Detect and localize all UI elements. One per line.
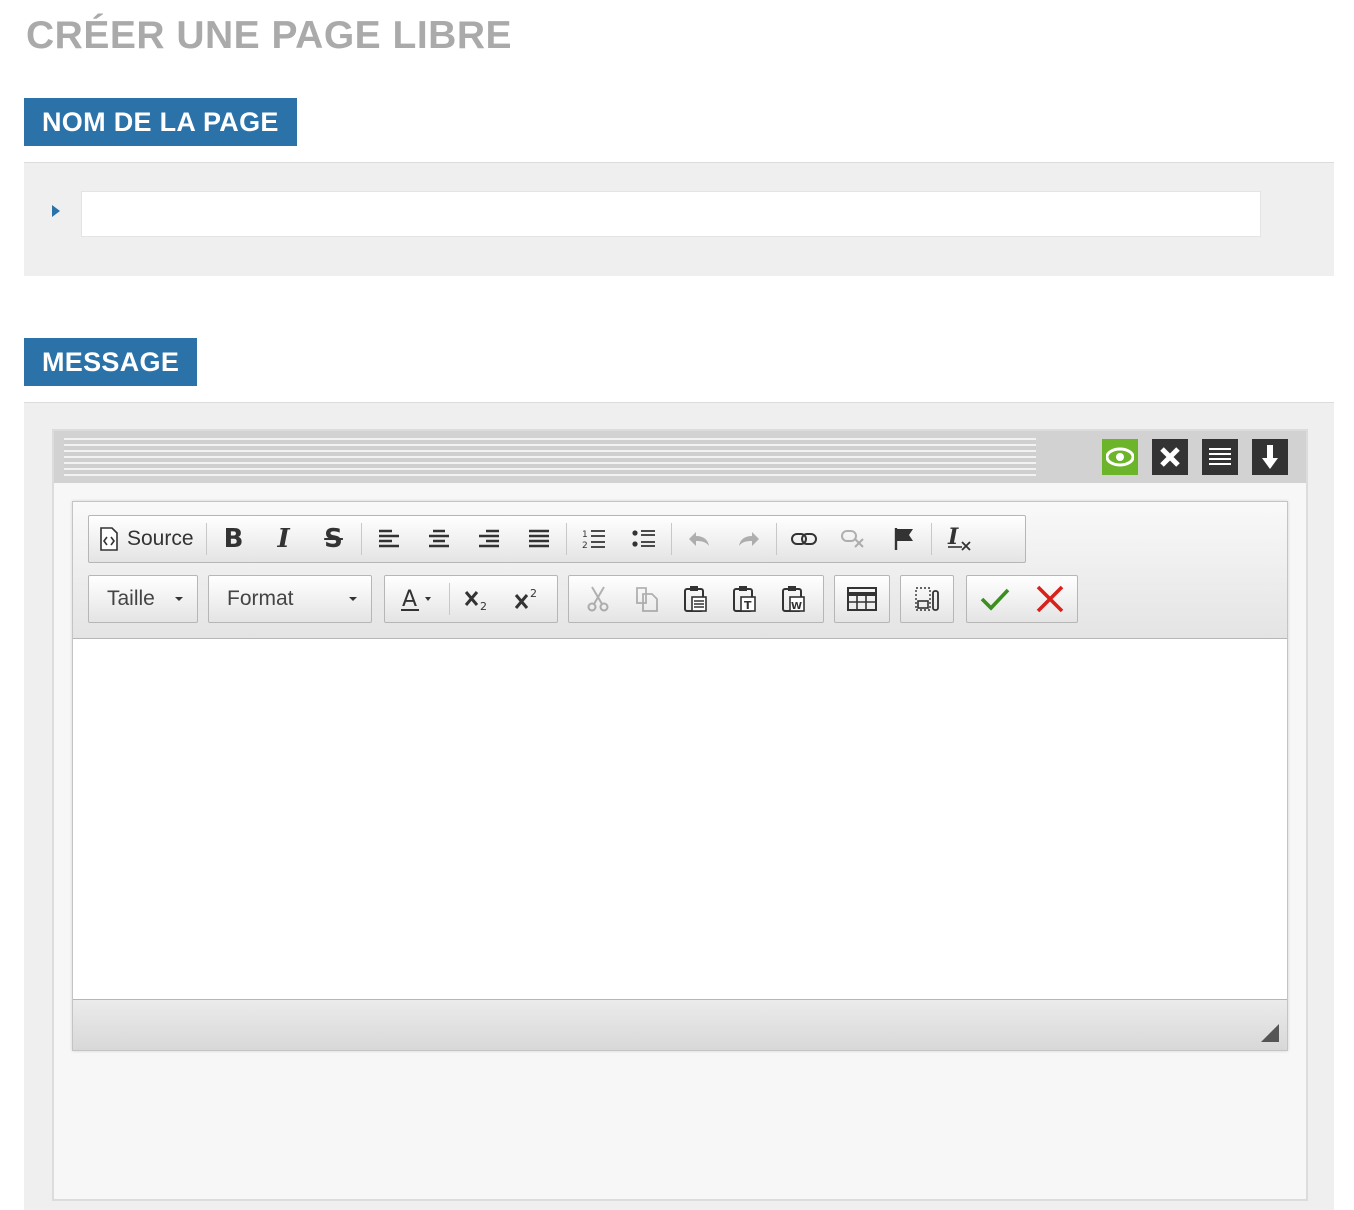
align-justify-icon[interactable] [1202,439,1238,475]
editor-content-area[interactable] [73,639,1287,999]
cut-icon[interactable] [573,579,622,619]
editor-frame: Source B I S 12 I Taille Format A 2 2 T … [52,429,1308,1201]
drag-handle[interactable] [64,438,1036,476]
toolbar-save-group [966,575,1078,623]
source-label: Source [127,527,194,550]
message-section-label: MESSAGE [24,338,198,386]
chevron-down-icon [349,597,357,601]
font-size-combo[interactable]: Taille [88,575,198,623]
unlink-icon[interactable] [829,519,879,559]
anchor-flag-icon[interactable] [879,519,929,559]
align-right-icon[interactable] [464,519,514,559]
cancel-x-icon[interactable] [1026,579,1073,619]
undo-icon[interactable] [674,519,724,559]
resize-handle-icon[interactable] [1261,1024,1279,1042]
link-icon[interactable] [779,519,829,559]
italic-icon[interactable]: I [259,519,309,559]
svg-text:W: W [791,601,802,612]
message-panel: Source B I S 12 I Taille Format A 2 2 T … [24,402,1334,1210]
show-blocks-icon[interactable] [905,579,949,619]
subscript-icon[interactable]: 2 [452,579,502,619]
page-title: CRÉER UNE PAGE LIBRE [26,14,512,57]
numbered-list-icon[interactable]: 12 [569,519,619,559]
editor-toolbar: Source B I S 12 I Taille Format A 2 2 T … [73,502,1287,639]
svg-text:2: 2 [480,600,487,611]
paste-icon[interactable] [671,579,720,619]
svg-text:2: 2 [530,587,537,600]
align-justify-icon[interactable] [514,519,564,559]
table-icon[interactable] [839,579,885,619]
toolbar-blocks-group [900,575,954,623]
svg-text:1: 1 [582,530,588,540]
toolbar-row-1: Source B I S 12 I [88,515,1026,563]
save-check-icon[interactable] [971,579,1018,619]
page-name-section-label: NOM DE LA PAGE [24,98,297,146]
align-center-icon[interactable] [414,519,464,559]
page-name-input[interactable] [81,191,1261,237]
bulleted-list-icon[interactable] [619,519,669,559]
svg-text:2: 2 [582,541,588,550]
remove-format-icon[interactable]: I [934,519,984,559]
chevron-down-icon [175,597,183,601]
source-icon [99,527,119,551]
redo-icon[interactable] [724,519,774,559]
format-combo[interactable]: Format [208,575,372,623]
rich-text-editor: Source B I S 12 I Taille Format A 2 2 T … [72,501,1288,1051]
toolbar-clipboard-group: T W [568,575,824,623]
arrow-down-icon[interactable] [1252,439,1288,475]
eye-icon[interactable] [1102,439,1138,475]
paste-text-icon[interactable]: T [721,579,770,619]
page-name-panel [24,162,1334,276]
text-color-icon[interactable]: A [389,579,447,619]
source-button[interactable]: Source [93,519,204,559]
toolbar-table-group [834,575,890,623]
format-label: Format [227,587,294,610]
superscript-icon[interactable]: 2 [502,579,552,619]
font-size-label: Taille [107,587,155,610]
paste-word-icon[interactable]: W [770,579,819,619]
svg-text:T: T [744,599,752,612]
frame-header [54,431,1306,483]
bold-icon[interactable]: B [209,519,259,559]
field-arrow-icon [52,205,60,217]
toolbar-color-group: A 2 2 [384,575,558,623]
close-icon[interactable] [1152,439,1188,475]
copy-icon[interactable] [622,579,671,619]
svg-text:A: A [402,587,417,612]
strikethrough-icon[interactable]: S [309,519,359,559]
align-left-icon[interactable] [364,519,414,559]
editor-status-bar [73,999,1287,1050]
